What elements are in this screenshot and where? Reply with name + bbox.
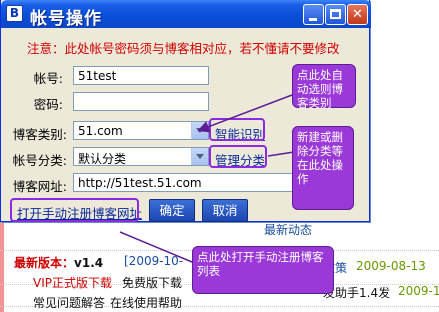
news-item-2-date: 2009-10: [398, 284, 439, 298]
callout-manage: 新建或删除分类等在此处操作: [292, 126, 354, 210]
chevron-down-icon[interactable]: [191, 122, 208, 139]
news-item-1-date: 2009-08-13: [356, 259, 426, 273]
register-link-highlight: [10, 198, 139, 222]
notice-text: 注意：此处帐号密码须与博客相对应，若不懂请不要修改: [27, 41, 340, 56]
close-icon: ✕: [352, 7, 363, 22]
news-header: 最新动态: [264, 223, 313, 237]
callout-auto-select: 点此处自动选则博客类别: [292, 64, 356, 110]
version-prefix: 最新版本：: [14, 256, 75, 270]
blog-url-label: 博客网址:: [12, 179, 67, 194]
blog-type-label: 博客类别:: [12, 127, 67, 142]
account-label: 帐号:: [33, 71, 63, 86]
version-number: v1.4: [74, 256, 104, 270]
blog-type-select[interactable]: 51.com: [73, 121, 209, 140]
version-date: [2009-10-: [124, 254, 184, 268]
free-download-link[interactable]: 免费版下载: [122, 274, 182, 291]
blog-type-value: 51.com: [78, 124, 123, 138]
manage-category-highlight: [209, 145, 267, 168]
window-title: 帐号操作: [30, 9, 102, 29]
version-label: 最新版本：v1.4: [14, 254, 103, 271]
maximize-button[interactable]: [325, 4, 346, 25]
account-category-value: 默认分类: [78, 152, 127, 166]
help-link[interactable]: 在线使用帮助: [110, 294, 182, 311]
close-button[interactable]: ✕: [347, 4, 368, 25]
account-category-label: 帐号分类:: [12, 153, 67, 168]
vip-download-link[interactable]: VIP正式版下载: [33, 274, 112, 291]
maximize-icon: [330, 9, 341, 19]
password-label: 密码:: [33, 97, 63, 112]
callout-register: 点此处打开手动注册博客列表: [192, 246, 334, 294]
chevron-down-icon[interactable]: [191, 148, 208, 165]
auto-detect-highlight: [209, 118, 265, 141]
account-input[interactable]: [73, 66, 209, 85]
app-icon: B: [6, 5, 23, 22]
minimize-button[interactable]: [303, 4, 324, 25]
cancel-button[interactable]: 取消: [202, 199, 248, 222]
minimize-icon: [309, 18, 317, 21]
account-category-select[interactable]: 默认分类: [73, 147, 209, 166]
faq-link[interactable]: 常见问题解答: [33, 294, 105, 311]
ok-button[interactable]: 确定: [149, 199, 195, 222]
password-input[interactable]: [73, 92, 209, 111]
title-bar[interactable]: B 帐号操作 ✕: [1, 0, 371, 29]
